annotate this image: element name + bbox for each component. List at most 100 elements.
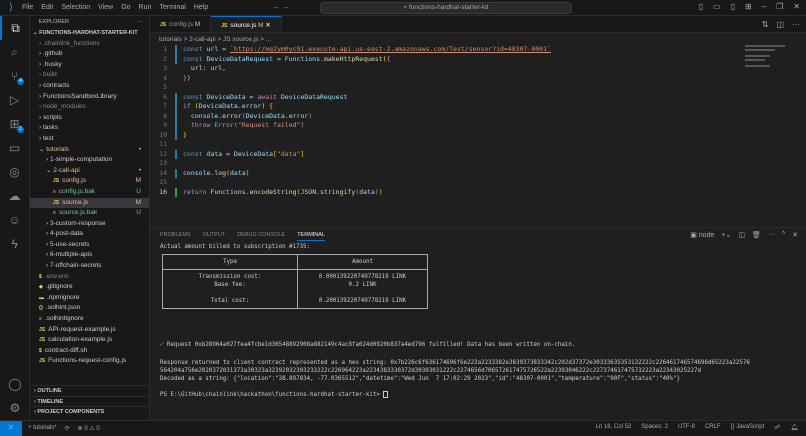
tree-item[interactable]: JS config.js M xyxy=(30,176,149,187)
code-line[interactable]: 13 xyxy=(150,159,551,169)
source-control-icon[interactable]: ⑂ 4 xyxy=(0,64,29,88)
menu-view[interactable]: View xyxy=(98,4,113,11)
code-line[interactable]: 16 return Functions.encodeString(JSON.str… xyxy=(150,187,551,197)
network-icon[interactable]: ◎ xyxy=(0,160,29,184)
panel-tab-problems[interactable]: PROBLEMS xyxy=(160,232,191,241)
tree-item[interactable]: ▬ .npmignore xyxy=(30,293,149,304)
code-line[interactable]: 3 url: url, xyxy=(150,64,551,74)
tree-item[interactable]: › node_modules xyxy=(30,102,149,113)
tree-item[interactable]: › scripts xyxy=(30,113,149,124)
panel-tab-terminal[interactable]: TERMINAL xyxy=(297,232,325,241)
code-line[interactable]: 2 const DeviceDataRequest = Functions.mak… xyxy=(150,54,551,64)
close-button[interactable]: ✕ xyxy=(793,2,800,11)
code-editor[interactable]: 1 const url = `https://mg2ym0yc91.execute… xyxy=(150,45,551,197)
maximize-panel-icon[interactable]: ^ xyxy=(782,231,785,239)
tree-item[interactable]: › .chainlink_functions xyxy=(30,39,149,50)
tree-item[interactable]: › .github xyxy=(30,49,149,60)
tree-item[interactable]: › 3-custom-response xyxy=(30,219,149,230)
more-actions-button[interactable]: ··· xyxy=(138,16,144,28)
customize-layout-icon[interactable]: ⊞ xyxy=(745,2,752,11)
tab-config-js[interactable]: JS config.js M xyxy=(150,16,212,32)
split-editor-icon[interactable]: ◫ xyxy=(776,20,784,29)
root-folder[interactable]: ⌄ FUNCTIONS-HARDHAT-STARTER-KIT xyxy=(30,28,149,39)
tree-item[interactable]: › 1-simple-computation xyxy=(30,155,149,166)
tree-item[interactable]: › 7-offchain-secrets xyxy=(30,261,149,272)
code-line[interactable]: 5 xyxy=(150,83,551,93)
tree-item[interactable]: ⌄ 2-call-api • xyxy=(30,166,149,177)
more-icon[interactable]: ··· xyxy=(768,231,775,239)
command-center-search[interactable]: ⌕ functions-hardhat-starter-kit xyxy=(320,2,572,14)
code-line[interactable]: 4}) xyxy=(150,74,551,84)
copilot-icon[interactable]: ☺ xyxy=(0,208,29,232)
layout-secondary-icon[interactable]: ▯ xyxy=(731,2,735,11)
code-line[interactable]: 1 const url = `https://mg2ym0yc91.execute… xyxy=(150,45,551,55)
language-mode[interactable]: {} JavaScript xyxy=(731,424,765,431)
code-line[interactable]: 15 xyxy=(150,178,551,188)
menu-run[interactable]: Run xyxy=(139,4,152,11)
panel-tab-output[interactable]: OUTPUT xyxy=(203,232,226,241)
notifications-icon[interactable]: 🔔︎ xyxy=(790,424,798,431)
code-line[interactable]: 7 if (DeviceData.error) { xyxy=(150,102,551,112)
feedback-icon[interactable]: ☍ xyxy=(774,424,780,431)
settings-gear-icon[interactable]: ⚙ xyxy=(0,396,30,420)
code-line[interactable]: 10} xyxy=(150,130,551,140)
code-line[interactable]: 11 xyxy=(150,140,551,150)
section-outline[interactable]: › OUTLINE xyxy=(30,385,150,396)
tree-item[interactable]: ⌄ tutorials • xyxy=(30,145,149,156)
code-line[interactable]: 9 throw Error("Request failed") xyxy=(150,121,551,131)
section-project-components[interactable]: › PROJECT COMPONENTS xyxy=(30,406,150,417)
problems-indicator[interactable]: ⊗ 0 ⚠ 0 xyxy=(78,425,100,432)
code-line[interactable]: 14 console.log(data) xyxy=(150,168,551,178)
compare-icon[interactable]: ⇅ xyxy=(762,20,769,29)
account-icon[interactable]: ◯ xyxy=(0,372,30,396)
section-timeline[interactable]: › TIMELINE xyxy=(30,395,150,407)
menu-file[interactable]: File xyxy=(22,4,33,11)
more-icon[interactable]: ··· xyxy=(792,20,800,29)
tree-item[interactable]: ≡ source.js.bak U xyxy=(30,208,149,219)
terminal-shell[interactable]: ▣ node xyxy=(690,231,714,239)
layout-sidebar-icon[interactable]: ▯ xyxy=(699,2,703,11)
tree-item[interactable]: JS source.js M xyxy=(30,197,149,209)
code-line[interactable]: 6 const DeviceData = await DeviceDataRequ… xyxy=(150,92,551,102)
lightning-icon[interactable]: ϟ xyxy=(0,232,29,256)
tree-item[interactable]: ◆ .gitignore xyxy=(30,282,149,293)
close-tab-icon[interactable]: ✕ xyxy=(265,22,270,29)
close-panel-icon[interactable]: ✕ xyxy=(792,231,798,239)
code-line[interactable]: 12 const data = DeviceData["data"] xyxy=(150,149,551,159)
docker-icon[interactable]: ☁ xyxy=(0,184,29,208)
menu-terminal[interactable]: Terminal xyxy=(159,4,185,11)
remote-explorer-icon[interactable]: ▭ xyxy=(0,136,29,160)
indentation[interactable]: Spaces: 2 xyxy=(641,424,668,431)
tree-item[interactable]: ≡ .solhintignore xyxy=(30,314,149,325)
eol[interactable]: CRLF xyxy=(705,424,721,431)
menu-go[interactable]: Go xyxy=(121,4,130,11)
tree-item[interactable]: › build xyxy=(30,70,149,81)
tree-item[interactable]: $ .env.enc xyxy=(30,272,149,283)
code-line[interactable]: 8 console.error(DeviceData.error) xyxy=(150,111,551,121)
minimap[interactable] xyxy=(745,45,795,67)
sync-icon[interactable]: ⟳ xyxy=(65,425,70,432)
tree-item[interactable]: › 5-use-secrets xyxy=(30,240,149,251)
minimize-button[interactable]: – xyxy=(762,2,766,11)
run-debug-icon[interactable]: ▷ xyxy=(0,88,29,112)
tree-item[interactable]: {} .solhint.json xyxy=(30,303,149,314)
extensions-icon[interactable]: ⊞ 1 xyxy=(0,112,29,136)
nav-arrows[interactable]: ← → xyxy=(272,2,290,11)
tree-item[interactable]: › 4-post-data xyxy=(30,229,149,240)
cursor-position[interactable]: Ln 16, Col 52 xyxy=(596,424,632,431)
tab-source-js[interactable]: JS source.js M ✕ xyxy=(211,16,282,32)
menu-edit[interactable]: Edit xyxy=(41,4,53,11)
remote-icon[interactable]: ⤫ xyxy=(0,420,22,436)
split-terminal-icon[interactable]: ◫ xyxy=(738,231,745,239)
tree-item[interactable]: $ contract-diff.sh xyxy=(30,346,149,357)
menu-help[interactable]: Help xyxy=(194,4,208,11)
tree-item[interactable]: JS calculation-example.js xyxy=(30,335,149,346)
panel-tab-debug-console[interactable]: DEBUG CONSOLE xyxy=(237,232,285,241)
tree-item[interactable]: › tasks xyxy=(30,123,149,134)
tree-item[interactable]: JS API-request-example.js xyxy=(30,325,149,336)
terminal-output[interactable]: Actual amount billed to subscription #17… xyxy=(160,243,804,400)
tree-item[interactable]: ≡ config.js.bak U xyxy=(30,187,149,198)
restore-button[interactable]: ❐ xyxy=(776,2,783,11)
tree-item[interactable]: › FunctionsSandboxLibrary xyxy=(30,92,149,103)
tree-item[interactable]: › contracts xyxy=(30,81,149,92)
